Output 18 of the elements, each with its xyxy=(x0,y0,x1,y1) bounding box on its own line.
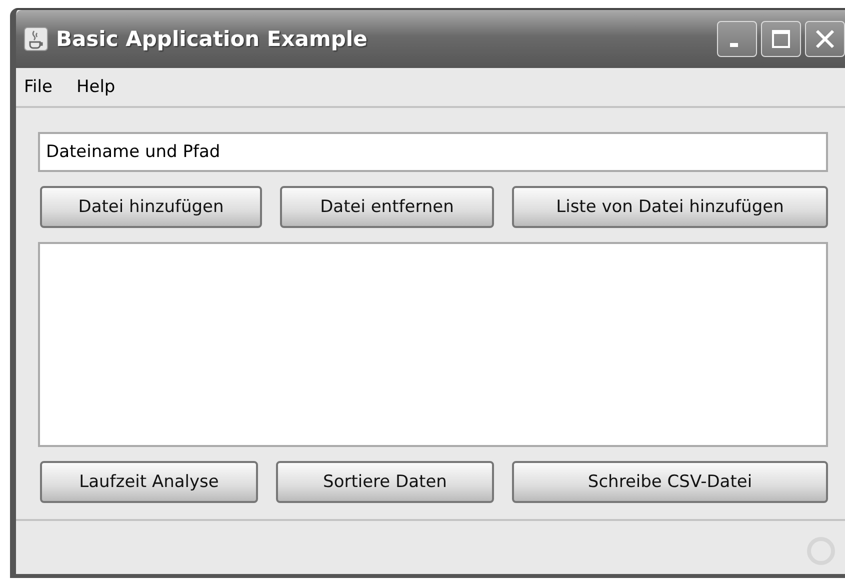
action-button[interactable]: Datei entfernen xyxy=(280,186,494,228)
minimize-button[interactable] xyxy=(717,21,757,57)
close-button[interactable] xyxy=(805,21,845,57)
maximize-icon xyxy=(771,29,791,49)
menu-item[interactable]: Help xyxy=(72,75,120,99)
close-icon xyxy=(815,29,835,49)
menu-item[interactable]: File xyxy=(20,75,56,99)
file-list[interactable] xyxy=(38,242,828,447)
action-button[interactable]: Liste von Datei hinzufügen xyxy=(512,186,828,228)
path-field[interactable]: Dateiname und Pfad xyxy=(38,132,828,172)
action-button[interactable]: Laufzeit Analyse xyxy=(40,461,258,503)
maximize-button[interactable] xyxy=(761,21,801,57)
coffee-cup-icon xyxy=(24,27,48,51)
action-button[interactable]: Datei hinzufügen xyxy=(40,186,262,228)
action-button[interactable]: Sortiere Daten xyxy=(276,461,494,503)
window-title: Basic Application Example xyxy=(56,27,368,51)
minimize-icon xyxy=(730,43,738,47)
action-button[interactable]: Schreibe CSV-Datei xyxy=(512,461,828,503)
